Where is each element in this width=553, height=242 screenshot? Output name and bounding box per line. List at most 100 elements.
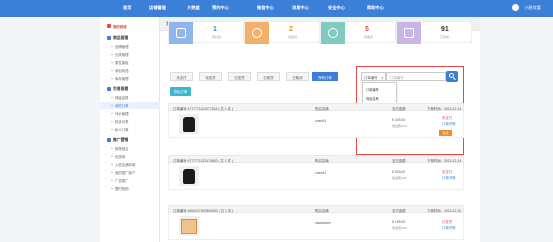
sidebar-item-label: 投诉记录 bbox=[115, 120, 129, 124]
sidebar-item-ad-promo[interactable]: 广告推广 bbox=[100, 177, 160, 184]
bullet-icon bbox=[111, 104, 113, 106]
sidebar-section-label: 推广营销 bbox=[113, 138, 129, 142]
bullet-icon bbox=[111, 112, 113, 114]
order-header: 订单编号:4777771122470652 ( 共 1 件 ) 购买店铺 支付金… bbox=[168, 155, 464, 163]
bullet-icon bbox=[111, 69, 113, 71]
home-icon bbox=[107, 24, 111, 28]
order-detail-link[interactable]: 订单详情 bbox=[442, 121, 456, 126]
stat-card-to-ship[interactable]: 2 待发货 bbox=[244, 21, 320, 44]
nav-bigdata[interactable]: 大数据 bbox=[187, 5, 200, 11]
tab-to-ship[interactable]: 待发货 bbox=[199, 72, 222, 81]
sidebar-item-label: 评价管理 bbox=[115, 112, 129, 116]
bullet-icon bbox=[111, 147, 113, 149]
sidebar-item-reviews[interactable]: 评价管理 bbox=[100, 110, 160, 117]
sidebar-section-label: 交易管理 bbox=[113, 87, 129, 91]
sidebar-item-label: 推荐组合 bbox=[115, 147, 129, 151]
sidebar-item-brand[interactable]: 品牌管理 bbox=[100, 43, 160, 50]
export-orders-button[interactable]: 导出订单 bbox=[170, 87, 191, 96]
sidebar-item-my-orders[interactable]: 我的订单 bbox=[100, 102, 160, 109]
shipping-fee: 含运费0.00 bbox=[392, 124, 407, 128]
sidebar-item-my-promo-clients[interactable]: 我的推广客户 bbox=[100, 169, 160, 176]
sidebar-item-combo[interactable]: 推荐组合 bbox=[100, 145, 160, 152]
sidebar-item-private-orders[interactable]: 私人订单 bbox=[100, 126, 160, 133]
sidebar-item-label: 入驻店铺商城 bbox=[115, 163, 136, 167]
bullet-icon bbox=[111, 77, 113, 79]
tab-shipped[interactable]: 已发货 bbox=[228, 72, 251, 81]
sidebar-item-label: 佣金结算 bbox=[115, 96, 129, 100]
order-row: chen51 ¥ 203.00 含运费0.00 未支付 订单详情 发货 bbox=[168, 111, 464, 138]
bullet-icon bbox=[111, 45, 113, 47]
stat-value: 2 bbox=[289, 26, 293, 33]
nav-home[interactable]: 首页 bbox=[123, 5, 131, 11]
sidebar-item-category[interactable]: 分类管理 bbox=[100, 51, 160, 58]
user-name[interactable]: 小甜欣喜 bbox=[524, 5, 541, 11]
nav-help[interactable]: 帮助中心 bbox=[367, 5, 384, 11]
bullet-icon bbox=[111, 120, 113, 122]
stat-card-to-receive[interactable]: 5 待收货 bbox=[320, 21, 396, 44]
top-nav: 首页 店铺管理 大数据 预约中心 微信中心 消息中心 安全中心 帮助中心 小甜欣… bbox=[0, 0, 553, 17]
nav-booking[interactable]: 预约中心 bbox=[212, 5, 229, 11]
goods-icon bbox=[107, 36, 111, 40]
buyer-name: chen51 bbox=[315, 171, 327, 175]
stat-caption: 待发货 bbox=[288, 35, 298, 39]
order-detail-link[interactable]: 订单详情 bbox=[442, 175, 456, 180]
sidebar-home[interactable]: 我的商城 bbox=[100, 23, 160, 30]
nav-wechat[interactable]: 微信中心 bbox=[257, 5, 274, 11]
sidebar-item-attr-template[interactable]: 属性模板 bbox=[100, 59, 160, 66]
trade-icon bbox=[107, 87, 111, 91]
sidebar-section-label: 商品管理 bbox=[113, 36, 129, 40]
sidebar-item-coupon[interactable]: 优惠券 bbox=[100, 153, 160, 160]
sidebar-item-label: 我的推广客户 bbox=[115, 171, 136, 175]
shipping-fee: 含运费0.00 bbox=[392, 226, 407, 230]
sidebar-item-complaints[interactable]: 投诉记录 bbox=[100, 118, 160, 125]
nav-shop[interactable]: 店铺管理 bbox=[149, 5, 166, 11]
nav-security[interactable]: 安全中心 bbox=[328, 5, 345, 11]
bullet-icon bbox=[111, 179, 113, 181]
buyer-name: chen51 bbox=[315, 119, 327, 123]
user-avatar-icon[interactable] bbox=[512, 4, 519, 11]
order-row: chen51 ¥ 203.00 含运费0.00 未支付 订单详情 bbox=[168, 163, 464, 190]
bullet-icon bbox=[111, 187, 113, 189]
ship-button[interactable]: 发货 bbox=[439, 130, 452, 136]
buyer-name: xiaobianre bbox=[315, 221, 331, 225]
sidebar-item-add-goods[interactable]: 添加商品 bbox=[100, 67, 160, 74]
order-header: 订单编号:4777771102077518 ( 共 1 件 ) 购买店铺 支付金… bbox=[168, 103, 464, 111]
sidebar-item-label: 限时抢购 bbox=[115, 187, 129, 191]
sidebar-section-marketing[interactable]: 推广营销 bbox=[100, 137, 160, 144]
product-image[interactable] bbox=[179, 216, 199, 236]
sidebar-item-flash-sale[interactable]: 限时抢购 bbox=[100, 185, 160, 192]
tab-unpaid[interactable]: 未支付 bbox=[170, 72, 193, 81]
nav-message[interactable]: 消息中心 bbox=[292, 5, 309, 11]
sidebar-section-trade[interactable]: 交易管理 bbox=[100, 86, 160, 93]
stat-value: 5 bbox=[365, 26, 369, 33]
marketing-icon bbox=[107, 138, 111, 142]
stat-value: 91 bbox=[441, 26, 449, 33]
tab-all-orders[interactable]: 所有订单 bbox=[312, 72, 338, 81]
stat-card-unpaid[interactable]: 1 待付款 bbox=[168, 21, 244, 44]
order-status: 已发货 bbox=[442, 220, 453, 224]
tab-cancelled[interactable]: 已取消 bbox=[286, 72, 309, 81]
bullet-icon bbox=[111, 61, 113, 63]
to-ship-icon bbox=[245, 22, 269, 44]
sidebar-item-label: 优惠券 bbox=[115, 155, 126, 159]
tab-received[interactable]: 已收货 bbox=[257, 72, 280, 81]
stat-caption: 已完成 bbox=[440, 35, 450, 39]
sidebar-item-join-mall[interactable]: 入驻店铺商城 bbox=[100, 161, 160, 168]
product-image[interactable] bbox=[179, 166, 199, 186]
sidebar-item-label: 广告推广 bbox=[115, 179, 129, 183]
sidebar-item-label: 分类管理 bbox=[115, 53, 129, 57]
bullet-icon bbox=[111, 53, 113, 55]
stat-value: 1 bbox=[213, 26, 217, 33]
product-image[interactable] bbox=[179, 114, 199, 134]
sidebar-section-goods[interactable]: 商品管理 bbox=[100, 35, 160, 42]
bullet-icon bbox=[111, 155, 113, 157]
order-status: 未支付 bbox=[442, 116, 453, 120]
stat-caption: 待付款 bbox=[212, 35, 222, 39]
sidebar-item-settlement[interactable]: 佣金结算 bbox=[100, 94, 160, 101]
order-status: 未支付 bbox=[442, 170, 453, 174]
sidebar-item-stock[interactable]: 库存管理 bbox=[100, 75, 160, 82]
bullet-icon bbox=[111, 128, 113, 130]
shipping-fee: 含运费0.00 bbox=[392, 176, 407, 180]
stat-card-completed[interactable]: 91 已完成 bbox=[396, 21, 472, 44]
order-detail-link[interactable]: 订单详情 bbox=[442, 225, 456, 230]
